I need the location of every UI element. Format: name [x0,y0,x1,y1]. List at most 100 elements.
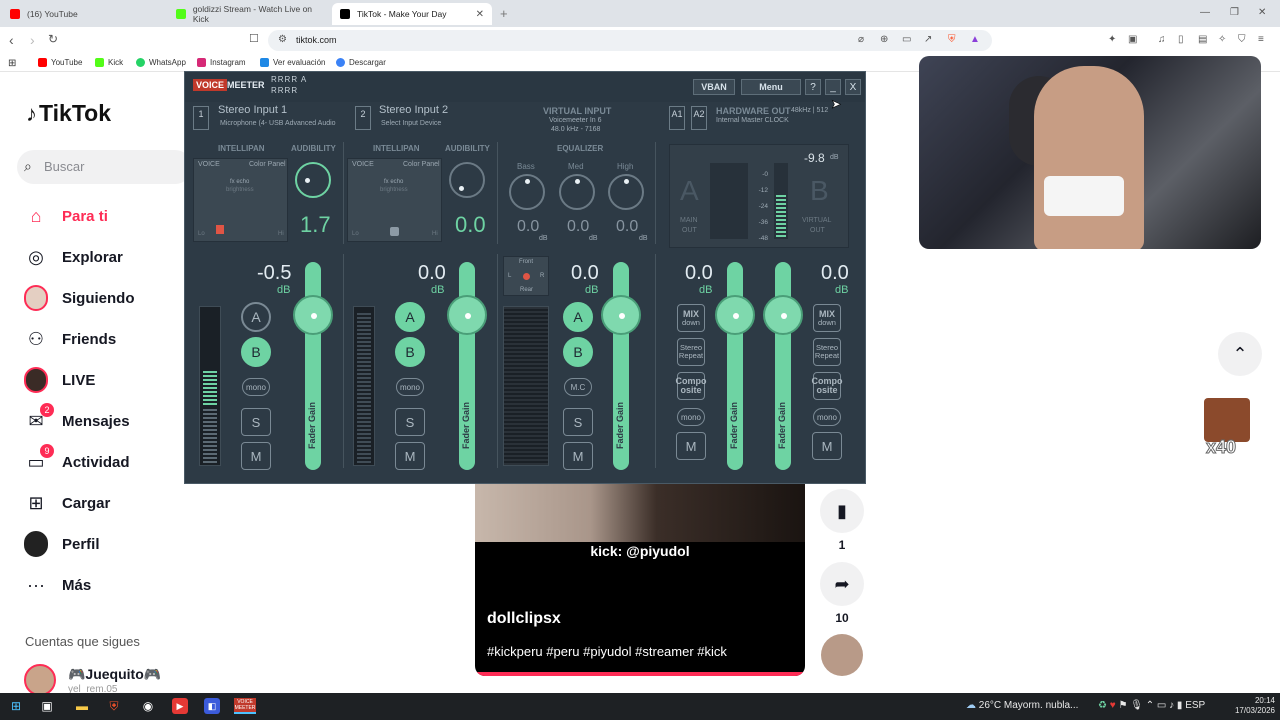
extensions-icon[interactable]: ✦ [1108,34,1116,45]
tab-youtube[interactable]: (16) YouTube [2,3,166,25]
weather-widget[interactable]: ☁ 26°C Mayorm. nubla... [966,700,1078,711]
taskbar-clock[interactable]: 20:14 17/03/2026 [1231,696,1275,716]
hw-a-mix-down-button[interactable]: MIX down [677,304,705,332]
media-icon[interactable]: ♫ [1158,34,1166,45]
bookmark-whatsapp[interactable]: WhatsApp [136,58,186,67]
microphone-icon[interactable]: 🎙 [1130,700,1143,711]
app-icon[interactable]: ▶ [172,698,188,714]
menu-icon[interactable]: ≡ [1258,34,1264,45]
hw-b-composite-button[interactable]: Compo osite [812,372,843,400]
video-hashtags[interactable]: #kickperu #peru #piyudol #streamer #kick [487,644,727,659]
hw-b-stereo-repeat-button[interactable]: Stereo Repeat [813,338,841,366]
nav-actividad[interactable]: ▭ 9 Actividad [24,444,130,476]
nav-para-ti[interactable]: ⌂ Para ti [24,202,108,230]
nav-mensajes[interactable]: ✉ 2 Mensajes [24,403,130,435]
install-app-icon[interactable]: ▭ [902,34,911,45]
bookmark-button[interactable]: ▮ [820,489,864,533]
strip1-bus-b-button[interactable]: B [241,337,271,367]
nav-mas[interactable]: ··· Más [24,571,91,599]
strip2-bus-a-button[interactable]: A [395,302,425,332]
audibility-knob[interactable] [449,162,485,198]
hw-b-mono-button[interactable]: mono [813,408,841,426]
vpn-icon[interactable]: ⛉ [1238,34,1246,45]
brave-browser-icon[interactable]: ⛨ [106,698,122,714]
intellipan-cursor[interactable] [390,227,399,236]
nav-cargar[interactable]: ⊞ Cargar [24,489,110,517]
apps-icon[interactable]: ⊞ [8,58,16,69]
leo-ai-icon[interactable]: ✧ [1218,34,1226,45]
app-icon[interactable]: ◧ [204,698,220,714]
search-input[interactable]: ⌕ Buscar [17,150,192,184]
audibility-knob[interactable] [295,162,331,198]
chevron-up-icon[interactable]: ⌃ [1146,700,1154,711]
volume-icon[interactable]: ♪ [1169,700,1174,711]
nav-live[interactable]: LIVE [24,366,95,394]
battery-icon[interactable]: ▮ [1177,700,1183,711]
hw-b-mute-button[interactable]: M [812,432,842,460]
vban-button[interactable]: VBAN [693,79,735,95]
nav-siguiendo[interactable]: Siguiendo [24,284,135,312]
following-account[interactable]: 🎮Juequito🎮 yel_rem.05 [24,664,161,696]
voicemeeter-taskbar-button[interactable]: VOICE MEETER [234,698,256,714]
share-button[interactable]: ➦ [820,562,864,606]
eq-bass-knob[interactable] [509,174,545,210]
strip2-device[interactable]: Select Input Device [381,120,441,127]
video-author[interactable]: dollclipsx [487,610,561,628]
virtual-solo-button[interactable]: S [563,408,593,436]
tray-app-icon[interactable]: ♥ [1110,700,1116,711]
virtual-bus-b-button[interactable]: B [563,337,593,367]
network-icon[interactable]: ▭ [1157,700,1166,711]
tab-kick[interactable]: goldizzi Stream - Watch Live on Kick [168,3,328,25]
restore-window-icon[interactable]: ❐ [1230,7,1239,18]
language-indicator[interactable]: ESP [1185,700,1205,711]
close-tab-icon[interactable]: ✕ [476,9,484,20]
hw-a-mono-button[interactable]: mono [677,408,705,426]
minimize-button[interactable]: _ [825,79,841,95]
tiktok-logo[interactable]: ♪ TikTok [26,100,111,127]
video-progress-bar[interactable] [475,672,805,676]
hw-a-fader-handle[interactable] [715,295,755,335]
hw-a-stereo-repeat-button[interactable]: Stereo Repeat [677,338,705,366]
tray-app-icon[interactable]: ♻ [1098,700,1107,711]
nav-explorar[interactable]: ◎ Explorar [24,243,123,271]
obs-icon[interactable]: ◉ [140,698,156,714]
intellipan-cursor[interactable] [216,225,224,234]
strip2-mute-button[interactable]: M [395,442,425,470]
task-view-icon[interactable]: ▣ [39,698,55,714]
strip1-solo-button[interactable]: S [241,408,271,436]
strip2-bus-b-button[interactable]: B [395,337,425,367]
tab-tiktok[interactable]: TikTok - Make Your Day ✕ [332,3,492,25]
zoom-icon[interactable]: ⊕ [880,34,888,45]
bookmark-descargar[interactable]: Descargar [336,58,386,67]
site-info-icon[interactable]: ⚙ [278,34,287,45]
share-icon[interactable]: ↗ [924,34,932,45]
nav-friends[interactable]: ⚇ Friends [24,325,116,353]
virtual-bus-a-button[interactable]: A [563,302,593,332]
strip2-name[interactable]: Stereo Input 2 [379,104,448,116]
hw-b-mix-down-button[interactable]: MIX down [813,304,841,332]
strip1-bus-a-button[interactable]: A [241,302,271,332]
strip2-mono-button[interactable]: mono [396,378,424,396]
strip2-number[interactable]: 2 [355,106,371,130]
strip2-fader-handle[interactable] [447,295,487,335]
tray-app-icon[interactable]: ⚑ [1118,700,1127,711]
close-button[interactable]: X [845,79,861,95]
new-tab-button[interactable]: + [500,6,508,21]
creator-avatar[interactable] [821,634,863,676]
bookmark-icon[interactable]: ☐ [249,32,259,45]
wallet-icon[interactable]: ▤ [1198,34,1207,45]
virtual-mc-button[interactable]: M.C [564,378,592,396]
sidebar-icon[interactable]: ▯ [1178,34,1184,45]
virtual-fader-handle[interactable] [601,295,641,335]
scroll-up-button[interactable]: ⌃ [1218,332,1262,376]
strip1-number[interactable]: 1 [193,106,209,130]
video-player[interactable]: kick: @piyudol dollclipsx #kickperu #per… [475,480,805,676]
windows-start-icon[interactable]: ⊞ [8,698,24,714]
virtual-mute-button[interactable]: M [563,442,593,470]
strip1-mono-button[interactable]: mono [242,378,270,396]
back-icon[interactable]: ‹ [9,32,14,48]
intellipan-panel[interactable]: VOICE Color Panel fx echo brightness Lo … [193,158,288,242]
menu-button[interactable]: Menu [741,79,801,95]
strip1-mute-button[interactable]: M [241,442,271,470]
strip1-name[interactable]: Stereo Input 1 [218,104,287,116]
